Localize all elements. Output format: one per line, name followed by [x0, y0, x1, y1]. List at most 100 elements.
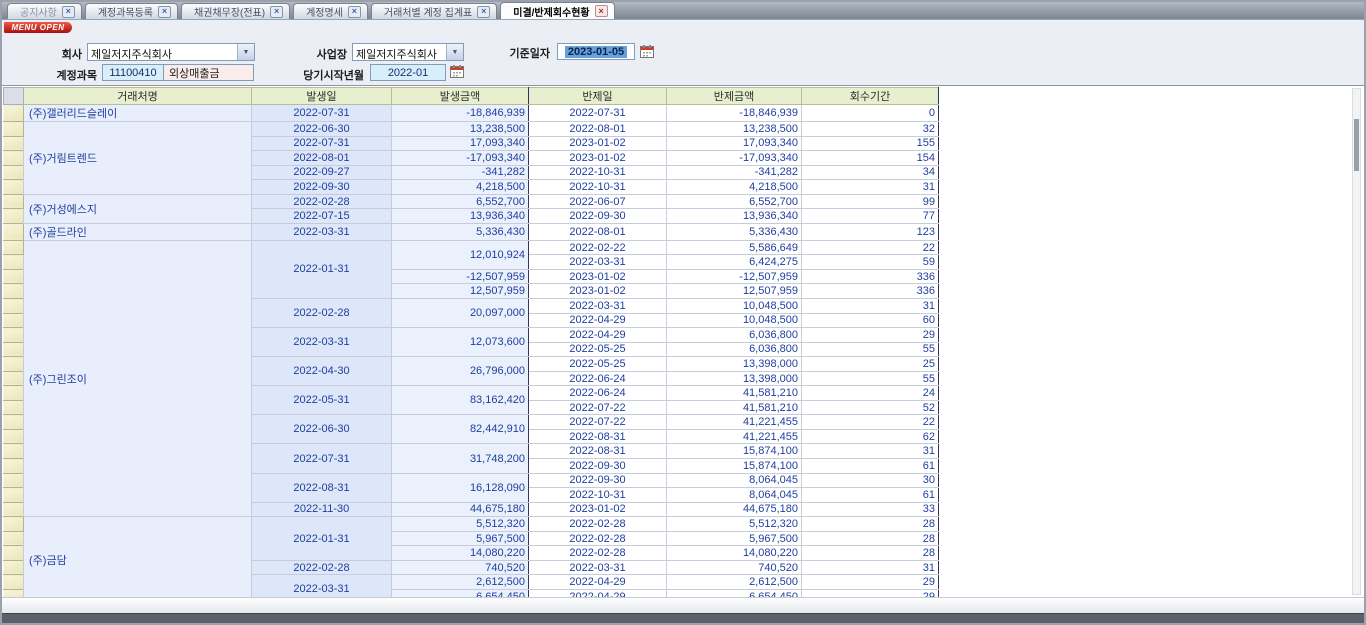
occur-amount-cell[interactable]: -341,282	[392, 165, 529, 180]
settle-date-cell[interactable]: 2022-08-01	[529, 122, 667, 137]
collect-days-cell[interactable]: 28	[802, 546, 939, 561]
tab-close-icon[interactable]: ×	[270, 6, 283, 18]
collect-days-cell[interactable]: 99	[802, 194, 939, 209]
row-selector[interactable]	[4, 429, 24, 444]
row-selector[interactable]	[4, 136, 24, 151]
collect-days-cell[interactable]: 28	[802, 531, 939, 546]
occur-amount-cell[interactable]: -18,846,939	[392, 105, 529, 122]
occur-amount-cell[interactable]: 5,512,320	[392, 517, 529, 532]
settle-amount-cell[interactable]: -341,282	[667, 165, 802, 180]
settle-amount-cell[interactable]: 41,581,210	[667, 400, 802, 415]
row-selector[interactable]	[4, 180, 24, 195]
occur-amount-cell[interactable]: 12,010,924	[392, 240, 529, 269]
collect-days-cell[interactable]: 33	[802, 502, 939, 517]
occur-amount-cell[interactable]: 6,654,450	[392, 589, 529, 597]
settle-amount-cell[interactable]: -17,093,340	[667, 151, 802, 166]
settle-date-cell[interactable]: 2023-01-02	[529, 502, 667, 517]
settle-date-cell[interactable]: 2022-09-30	[529, 209, 667, 224]
occur-date-cell[interactable]: 2022-09-30	[252, 180, 392, 195]
menu-open-button[interactable]: MENU OPEN	[4, 22, 72, 33]
occur-amount-cell[interactable]: 83,162,420	[392, 386, 529, 415]
settle-amount-cell[interactable]: 15,874,100	[667, 444, 802, 459]
settle-amount-cell[interactable]: 41,221,455	[667, 415, 802, 430]
occur-date-cell[interactable]: 2022-03-31	[252, 328, 392, 357]
occur-amount-cell[interactable]: -12,507,959	[392, 269, 529, 284]
collect-days-cell[interactable]: 61	[802, 459, 939, 474]
row-selector[interactable]	[4, 386, 24, 401]
collect-days-cell[interactable]: 336	[802, 284, 939, 299]
settle-amount-cell[interactable]: 6,036,800	[667, 328, 802, 343]
settle-amount-cell[interactable]: 13,398,000	[667, 357, 802, 372]
settle-date-cell[interactable]: 2022-07-31	[529, 105, 667, 122]
occur-date-cell[interactable]: 2022-07-15	[252, 209, 392, 224]
settle-date-cell[interactable]: 2022-10-31	[529, 180, 667, 195]
occur-date-cell[interactable]: 2022-07-31	[252, 444, 392, 473]
settle-date-cell[interactable]: 2022-04-29	[529, 328, 667, 343]
collect-days-cell[interactable]: 24	[802, 386, 939, 401]
customer-name-cell[interactable]: (주)그린조이	[24, 240, 252, 516]
tab-close-icon[interactable]: ×	[62, 6, 75, 18]
settle-amount-cell[interactable]: 5,336,430	[667, 223, 802, 240]
settle-date-cell[interactable]: 2022-04-29	[529, 313, 667, 328]
customer-name-cell[interactable]: (주)골드라인	[24, 223, 252, 240]
occur-date-cell[interactable]: 2022-07-31	[252, 105, 392, 122]
calendar-icon[interactable]	[450, 65, 464, 78]
row-selector[interactable]	[4, 357, 24, 372]
collect-days-cell[interactable]: 25	[802, 357, 939, 372]
row-selector[interactable]	[4, 517, 24, 532]
tab[interactable]: 채권채무장(전표)×	[181, 3, 290, 19]
collect-days-cell[interactable]: 62	[802, 429, 939, 444]
settle-date-cell[interactable]: 2022-10-31	[529, 488, 667, 503]
settle-amount-cell[interactable]: 41,221,455	[667, 429, 802, 444]
row-selector[interactable]	[4, 444, 24, 459]
occur-amount-cell[interactable]: 20,097,000	[392, 299, 529, 328]
account-code-input[interactable]: 11100410	[102, 64, 164, 81]
row-selector[interactable]	[4, 151, 24, 166]
vertical-scrollbar[interactable]	[1352, 88, 1361, 595]
settle-amount-cell[interactable]: 15,874,100	[667, 459, 802, 474]
row-selector[interactable]	[4, 299, 24, 314]
row-selector[interactable]	[4, 473, 24, 488]
settle-date-cell[interactable]: 2022-02-28	[529, 517, 667, 532]
settle-amount-cell[interactable]: 6,036,800	[667, 342, 802, 357]
occur-amount-cell[interactable]: 17,093,340	[392, 136, 529, 151]
collect-days-cell[interactable]: 34	[802, 165, 939, 180]
settle-amount-cell[interactable]: 740,520	[667, 560, 802, 575]
company-select[interactable]: 제일저지주식회사 ▼	[87, 43, 255, 61]
collect-days-cell[interactable]: 336	[802, 269, 939, 284]
occur-amount-cell[interactable]: 16,128,090	[392, 473, 529, 502]
collect-days-cell[interactable]: 30	[802, 473, 939, 488]
settle-amount-cell[interactable]: 14,080,220	[667, 546, 802, 561]
settle-date-cell[interactable]: 2022-07-22	[529, 415, 667, 430]
occur-date-cell[interactable]: 2022-01-31	[252, 240, 392, 298]
row-selector[interactable]	[4, 400, 24, 415]
customer-name-cell[interactable]: (주)갤러리드슬레이	[24, 105, 252, 122]
calendar-icon[interactable]	[640, 45, 654, 58]
settle-amount-cell[interactable]: 5,512,320	[667, 517, 802, 532]
settle-date-cell[interactable]: 2022-06-24	[529, 371, 667, 386]
occur-amount-cell[interactable]: 82,442,910	[392, 415, 529, 444]
settle-amount-cell[interactable]: 6,654,450	[667, 589, 802, 597]
collect-days-cell[interactable]: 0	[802, 105, 939, 122]
occur-date-cell[interactable]: 2022-06-30	[252, 122, 392, 137]
collect-days-cell[interactable]: 22	[802, 240, 939, 255]
collect-days-cell[interactable]: 60	[802, 313, 939, 328]
chevron-down-icon[interactable]: ▼	[237, 44, 254, 60]
collect-days-cell[interactable]: 155	[802, 136, 939, 151]
tab-close-icon[interactable]: ×	[477, 6, 490, 18]
settle-date-cell[interactable]: 2022-06-07	[529, 194, 667, 209]
occur-amount-cell[interactable]: -17,093,340	[392, 151, 529, 166]
collect-days-cell[interactable]: 31	[802, 299, 939, 314]
settle-amount-cell[interactable]: 6,552,700	[667, 194, 802, 209]
occur-date-cell[interactable]: 2022-05-31	[252, 386, 392, 415]
row-selector[interactable]	[4, 531, 24, 546]
row-selector[interactable]	[4, 560, 24, 575]
occur-date-cell[interactable]: 2022-04-30	[252, 357, 392, 386]
customer-name-cell[interactable]: (주)금담	[24, 517, 252, 597]
settle-date-cell[interactable]: 2023-01-02	[529, 284, 667, 299]
settle-date-cell[interactable]: 2022-02-22	[529, 240, 667, 255]
settle-amount-cell[interactable]: 13,936,340	[667, 209, 802, 224]
collect-days-cell[interactable]: 29	[802, 328, 939, 343]
occur-date-cell[interactable]: 2022-02-28	[252, 299, 392, 328]
row-selector[interactable]	[4, 240, 24, 255]
